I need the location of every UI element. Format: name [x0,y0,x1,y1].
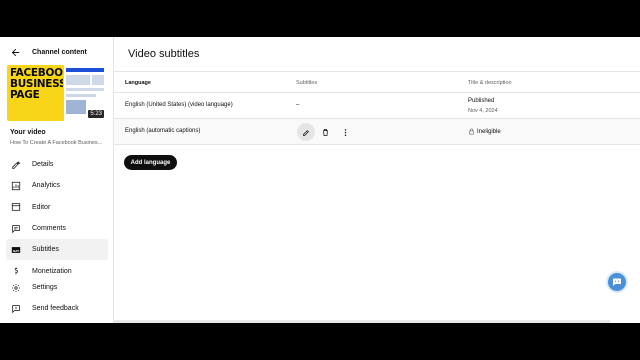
ineligible-label: Ineligible [477,128,501,135]
sidebar-nav: Details Analytics Editor Comments Subtit… [6,154,108,282]
sidebar-item-settings[interactable]: Settings [6,277,108,298]
add-language-button[interactable]: Add language [124,155,177,170]
horizontal-scrollbar[interactable] [114,320,610,323]
sidebar-item-label: Settings [32,284,58,292]
help-chat-icon [613,278,621,286]
main-content: Video subtitles Language Subtitles Title… [114,37,640,323]
column-header-language: Language [125,80,151,86]
sidebar-item-label: Analytics [32,182,61,190]
sidebar-item-editor[interactable]: Editor [6,197,108,218]
monetization-icon [14,267,19,275]
your-video-label: Your video [10,129,46,136]
back-label: Channel content [32,48,87,56]
sidebar: Channel content FACEBOOK BUSINESS PAGE 5:2… [0,37,114,323]
page-title: Video subtitles [128,48,200,60]
video-thumbnail[interactable]: FACEBOOK BUSINESS PAGE 5:23 [7,65,107,121]
video-duration: 5:23 [88,110,104,118]
sidebar-bottom-nav: Settings Send feedback [6,277,108,320]
sidebar-item-analytics[interactable]: Analytics [6,175,108,196]
gear-icon [11,283,21,292]
row-status[interactable]: Published [468,98,494,104]
sidebar-item-label: Subtitles [32,246,59,254]
row-subtitles-value[interactable]: – [296,102,299,108]
sidebar-item-label: Details [32,161,54,169]
column-header-title-description: Title & description [468,80,512,86]
ineligible-status: Ineligible [468,128,501,135]
sidebar-item-subtitles[interactable]: Subtitles [6,239,108,261]
comments-icon [12,224,20,233]
pencil-icon [12,160,21,169]
divider [114,92,640,93]
more-options-button[interactable] [336,123,354,141]
thumbnail-text: FACEBOOK BUSINESS PAGE [10,67,71,101]
feedback-icon [12,305,20,314]
divider [114,144,640,145]
row-language: English (United States) (video language) [125,102,233,108]
edit-button[interactable] [297,123,315,141]
row-language: English (automatic captions) [125,128,201,134]
app-frame: Channel content FACEBOOK BUSINESS PAGE 5:2… [0,37,640,323]
video-title[interactable]: How To Create A Facebook Busines... [10,140,105,146]
editor-icon [11,203,21,211]
sidebar-item-label: Send feedback [32,305,79,313]
sidebar-item-details[interactable]: Details [6,154,108,175]
sidebar-item-label: Editor [32,203,51,211]
divider [114,71,640,72]
delete-button[interactable] [316,123,334,141]
analytics-icon [11,181,21,191]
back-to-channel-content[interactable]: Channel content [10,45,87,59]
pencil-icon [302,129,309,136]
more-vert-icon [344,128,346,136]
trash-icon [322,128,328,136]
sidebar-item-label: Comments [32,225,66,233]
arrow-left-icon [11,48,20,56]
column-header-subtitles: Subtitles [296,80,318,86]
sidebar-item-comments[interactable]: Comments [6,218,108,239]
row-date: Nov 4, 2024 [468,108,498,114]
help-fab[interactable] [606,271,628,293]
sidebar-item-label: Monetization [32,267,72,275]
lock-icon [469,128,474,135]
sidebar-item-send-feedback[interactable]: Send feedback [6,298,108,319]
subtitles-icon [11,246,21,253]
